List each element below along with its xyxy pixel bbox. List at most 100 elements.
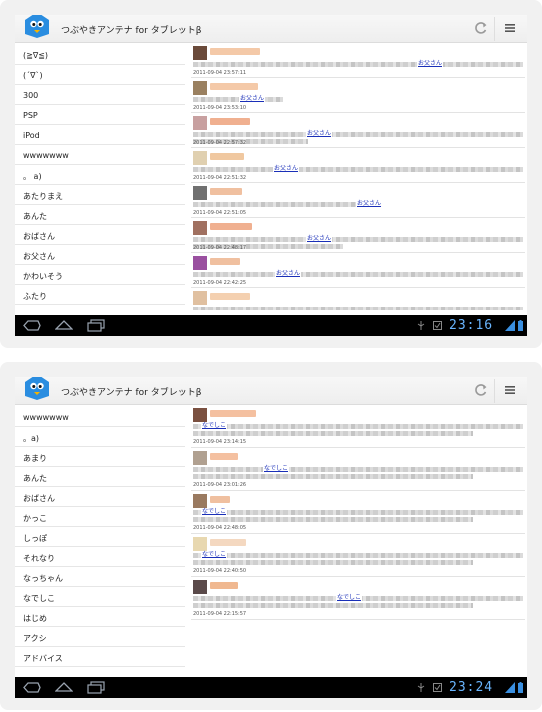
user-avatar[interactable] bbox=[193, 451, 207, 465]
user-name-blurred[interactable] bbox=[210, 293, 250, 300]
user-name-blurred[interactable] bbox=[210, 223, 252, 230]
refresh-icon[interactable] bbox=[474, 21, 488, 35]
keyword-highlight-link[interactable]: お父さん bbox=[273, 165, 300, 172]
notification-check-icon[interactable] bbox=[433, 683, 442, 692]
user-avatar[interactable] bbox=[193, 116, 207, 130]
keyword-highlight-link[interactable]: お父さん bbox=[306, 235, 333, 242]
keyword-item[interactable]: しっぽ bbox=[15, 527, 185, 547]
user-name-blurred[interactable] bbox=[210, 118, 250, 125]
tweet-timestamp: 2011-09-04 22:48:17 bbox=[193, 245, 247, 251]
keyword-item[interactable]: お父さん bbox=[15, 245, 185, 265]
keyword-highlight-link[interactable]: お父さん bbox=[239, 95, 266, 102]
recent-apps-icon[interactable] bbox=[87, 319, 105, 332]
keyword-item[interactable]: それなり bbox=[15, 547, 185, 567]
keyword-highlight-link[interactable]: お父さん bbox=[417, 60, 444, 67]
user-name-blurred[interactable] bbox=[210, 582, 238, 589]
keyword-item[interactable]: なでしこ bbox=[15, 587, 185, 607]
keyword-highlight-link[interactable]: お父さん bbox=[275, 270, 302, 277]
keyword-highlight-link[interactable]: お父さん bbox=[356, 200, 383, 207]
tweet-row[interactable]: なでしこ 2011-09-04 23:01:26 bbox=[191, 448, 525, 491]
user-name-blurred[interactable] bbox=[210, 410, 256, 417]
refresh-icon[interactable] bbox=[474, 383, 488, 397]
tweet-row[interactable]: お父さん 2011-09-04 22:57:32 bbox=[191, 113, 525, 148]
user-avatar[interactable] bbox=[193, 151, 207, 165]
keyword-item[interactable]: ふたり bbox=[15, 285, 185, 305]
keyword-highlight-link[interactable]: お父さん bbox=[306, 130, 333, 137]
back-icon[interactable] bbox=[23, 682, 41, 693]
clock[interactable]: 23:24 bbox=[449, 680, 493, 695]
user-name-blurred[interactable] bbox=[210, 83, 258, 90]
tweet-row[interactable] bbox=[191, 288, 525, 310]
user-avatar[interactable] bbox=[193, 186, 207, 200]
tweet-timeline[interactable]: なでしこ 2011-09-04 23:14:15 なでしこ 2011-09-04 23… bbox=[191, 405, 525, 672]
overflow-menu-icon[interactable] bbox=[504, 22, 516, 34]
keyword-item[interactable]: あんた bbox=[15, 467, 185, 487]
user-avatar[interactable] bbox=[193, 291, 207, 305]
keyword-highlight-link[interactable]: なでしこ bbox=[201, 422, 228, 429]
keyword-item[interactable]: おばさん bbox=[15, 225, 185, 245]
keyword-item[interactable]: wwwwwww bbox=[15, 407, 185, 427]
keyword-item[interactable]: 。 a) bbox=[15, 165, 185, 185]
keyword-list[interactable]: wwwwwww 。a) あまり あんた おばさん かっこ しっぽ それなり なっちゃん なでしこは… bbox=[15, 407, 185, 672]
user-avatar[interactable] bbox=[193, 494, 207, 508]
keyword-item[interactable]: (≧∇≦) bbox=[15, 45, 185, 65]
clock[interactable]: 23:16 bbox=[449, 318, 493, 333]
keyword-item[interactable]: あまり bbox=[15, 447, 185, 467]
user-name-blurred[interactable] bbox=[210, 188, 242, 195]
keyword-item[interactable]: (´∇`) bbox=[15, 65, 185, 85]
user-avatar[interactable] bbox=[193, 46, 207, 60]
keyword-item[interactable]: 300 bbox=[15, 85, 185, 105]
user-name-blurred[interactable] bbox=[210, 453, 238, 460]
user-avatar[interactable] bbox=[193, 580, 207, 594]
keyword-highlight-link[interactable]: なでしこ bbox=[336, 594, 363, 601]
app-logo-icon[interactable] bbox=[23, 15, 51, 39]
user-avatar[interactable] bbox=[193, 408, 207, 422]
keyword-item[interactable]: なっちゃん bbox=[15, 567, 185, 587]
keyword-highlight-link[interactable]: なでしこ bbox=[263, 465, 290, 472]
user-name-blurred[interactable] bbox=[210, 539, 246, 546]
keyword-item[interactable]: アクシ bbox=[15, 627, 185, 647]
keyword-item[interactable]: かっこ bbox=[15, 507, 185, 527]
tweet-row[interactable]: なでしこ 2011-09-04 22:15:57 bbox=[191, 577, 525, 620]
keyword-item[interactable]: wwwwwww bbox=[15, 145, 185, 165]
tweet-row[interactable]: お父さん 2011-09-04 22:51:32 bbox=[191, 148, 525, 183]
keyword-item[interactable]: PSP bbox=[15, 105, 185, 125]
user-avatar[interactable] bbox=[193, 537, 207, 551]
keyword-item[interactable]: かわいそう bbox=[15, 265, 185, 285]
home-icon[interactable] bbox=[55, 319, 73, 331]
keyword-item[interactable]: iPod bbox=[15, 125, 185, 145]
tweet-row[interactable]: なでしこ 2011-09-04 22:48:05 bbox=[191, 491, 525, 534]
keyword-item[interactable]: はじめ bbox=[15, 607, 185, 627]
keyword-highlight-link[interactable]: なでしこ bbox=[201, 551, 228, 558]
keyword-item[interactable]: おばさん bbox=[15, 487, 185, 507]
notification-check-icon[interactable] bbox=[433, 321, 442, 330]
tweet-row[interactable]: お父さん 2011-09-04 22:42:25 bbox=[191, 253, 525, 288]
user-avatar[interactable] bbox=[193, 256, 207, 270]
user-avatar[interactable] bbox=[193, 221, 207, 235]
recent-apps-icon[interactable] bbox=[87, 681, 105, 694]
tweet-row[interactable]: なでしこ 2011-09-04 22:40:50 bbox=[191, 534, 525, 577]
tweet-row[interactable]: お父さん 2011-09-04 22:51:05 bbox=[191, 183, 525, 218]
user-name-blurred[interactable] bbox=[210, 496, 230, 503]
user-name-blurred[interactable] bbox=[210, 153, 244, 160]
overflow-menu-icon[interactable] bbox=[504, 384, 516, 396]
keyword-item[interactable]: アドバイス bbox=[15, 647, 185, 667]
user-avatar[interactable] bbox=[193, 81, 207, 95]
back-icon[interactable] bbox=[23, 320, 41, 331]
tweet-row[interactable]: なでしこ 2011-09-04 23:14:15 bbox=[191, 405, 525, 448]
keyword-item[interactable]: 。a) bbox=[15, 427, 185, 447]
tweet-timestamp: 2011-09-04 23:57:11 bbox=[193, 70, 247, 76]
tweet-timeline[interactable]: お父さん 2011-09-04 23:57:11 お父さん 2011-09-04 23… bbox=[191, 43, 525, 310]
keyword-item[interactable]: あんた bbox=[15, 205, 185, 225]
home-icon[interactable] bbox=[55, 681, 73, 693]
user-name-blurred[interactable] bbox=[210, 258, 240, 265]
tweet-row[interactable]: お父さん 2011-09-04 23:57:11 bbox=[191, 43, 525, 78]
app-logo-icon[interactable] bbox=[23, 377, 51, 401]
tweet-row[interactable]: お父さん 2011-09-04 22:48:17 bbox=[191, 218, 525, 253]
user-name-blurred[interactable] bbox=[210, 48, 260, 55]
tweet-row[interactable]: お父さん 2011-09-04 23:53:10 bbox=[191, 78, 525, 113]
tweet-text-blurred bbox=[193, 132, 523, 137]
keyword-item[interactable]: あたりまえ bbox=[15, 185, 185, 205]
keyword-highlight-link[interactable]: なでしこ bbox=[201, 508, 228, 515]
keyword-list[interactable]: (≧∇≦) (´∇`) 300 PSP iPod wwwwwww。 a) あたりまえ あんたお… bbox=[15, 45, 185, 310]
